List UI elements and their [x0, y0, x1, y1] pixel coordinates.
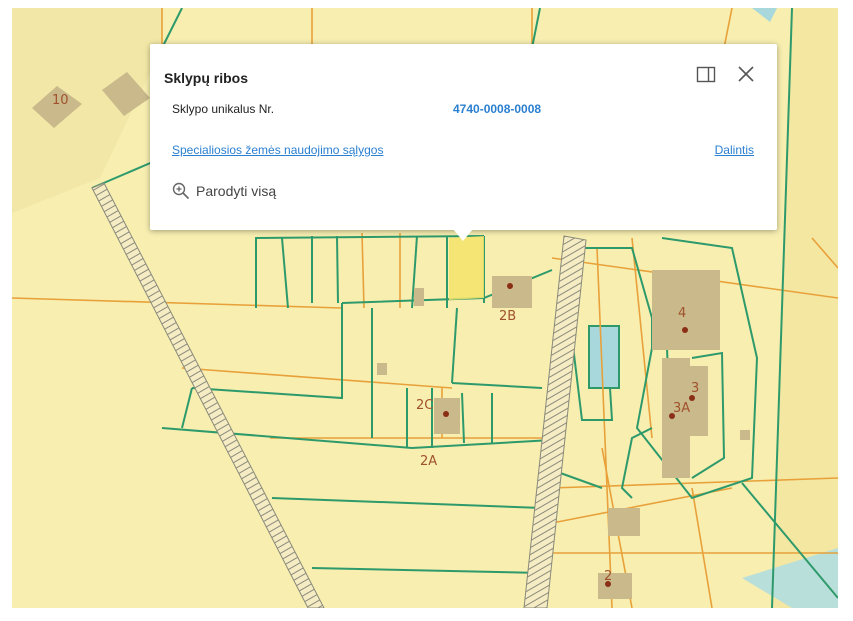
parcel-label: 3: [691, 381, 699, 396]
parcel-label: 2C: [416, 398, 433, 413]
parcel-label: 2B: [499, 309, 516, 324]
parcel-label: 2: [604, 569, 612, 584]
zoom-to-all-button[interactable]: Parodyti visą: [172, 182, 276, 200]
parcel-label: 3A: [673, 401, 690, 416]
popup-pointer: [453, 229, 473, 241]
zoom-in-icon: [172, 182, 190, 200]
special-conditions-link[interactable]: Specialiosios žemės naudojimo sąlygos: [172, 143, 383, 157]
parcel-number-value: 4740-0008-0008: [453, 102, 542, 116]
pond: [588, 325, 620, 389]
parcel-info-popup: Sklypų ribos Sklypo unikalus Nr. 4740-00…: [150, 44, 777, 241]
parcel-number-label: Sklypo unikalus Nr.: [172, 102, 275, 116]
popup-title: Sklypų ribos: [164, 70, 249, 86]
dock-panel-icon[interactable]: [696, 66, 716, 84]
selected-parcel[interactable]: [449, 236, 484, 300]
parcel-label: 4: [678, 306, 686, 321]
close-icon[interactable]: [736, 64, 756, 84]
zoom-to-all-label: Parodyti visą: [196, 183, 277, 199]
parcel-label: 2A: [420, 454, 437, 469]
parcel-label: 10: [52, 93, 69, 108]
share-link[interactable]: Dalintis: [715, 143, 754, 157]
